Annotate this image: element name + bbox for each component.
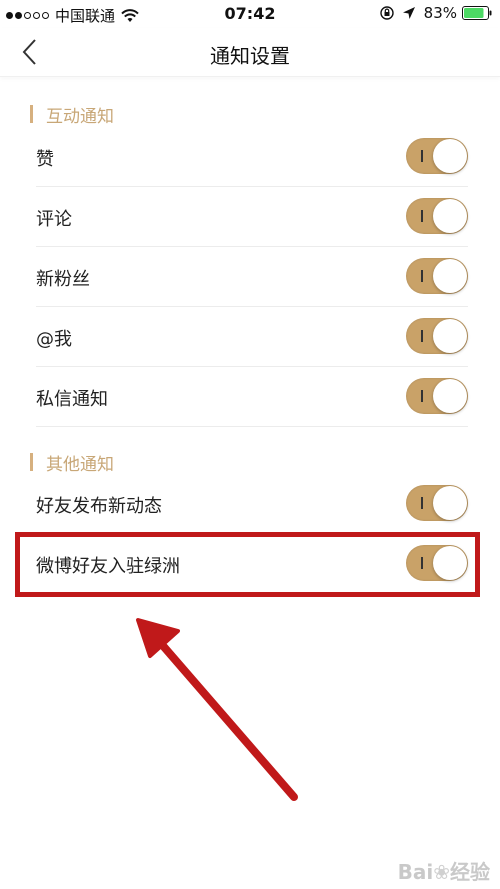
watermark-suffix: 经验 xyxy=(450,860,490,884)
annotation-arrow-icon xyxy=(136,618,298,801)
watermark: Bai❀经验 xyxy=(398,856,490,885)
paw-icon: ❀ xyxy=(433,860,450,884)
watermark-brand: Bai xyxy=(397,860,434,884)
